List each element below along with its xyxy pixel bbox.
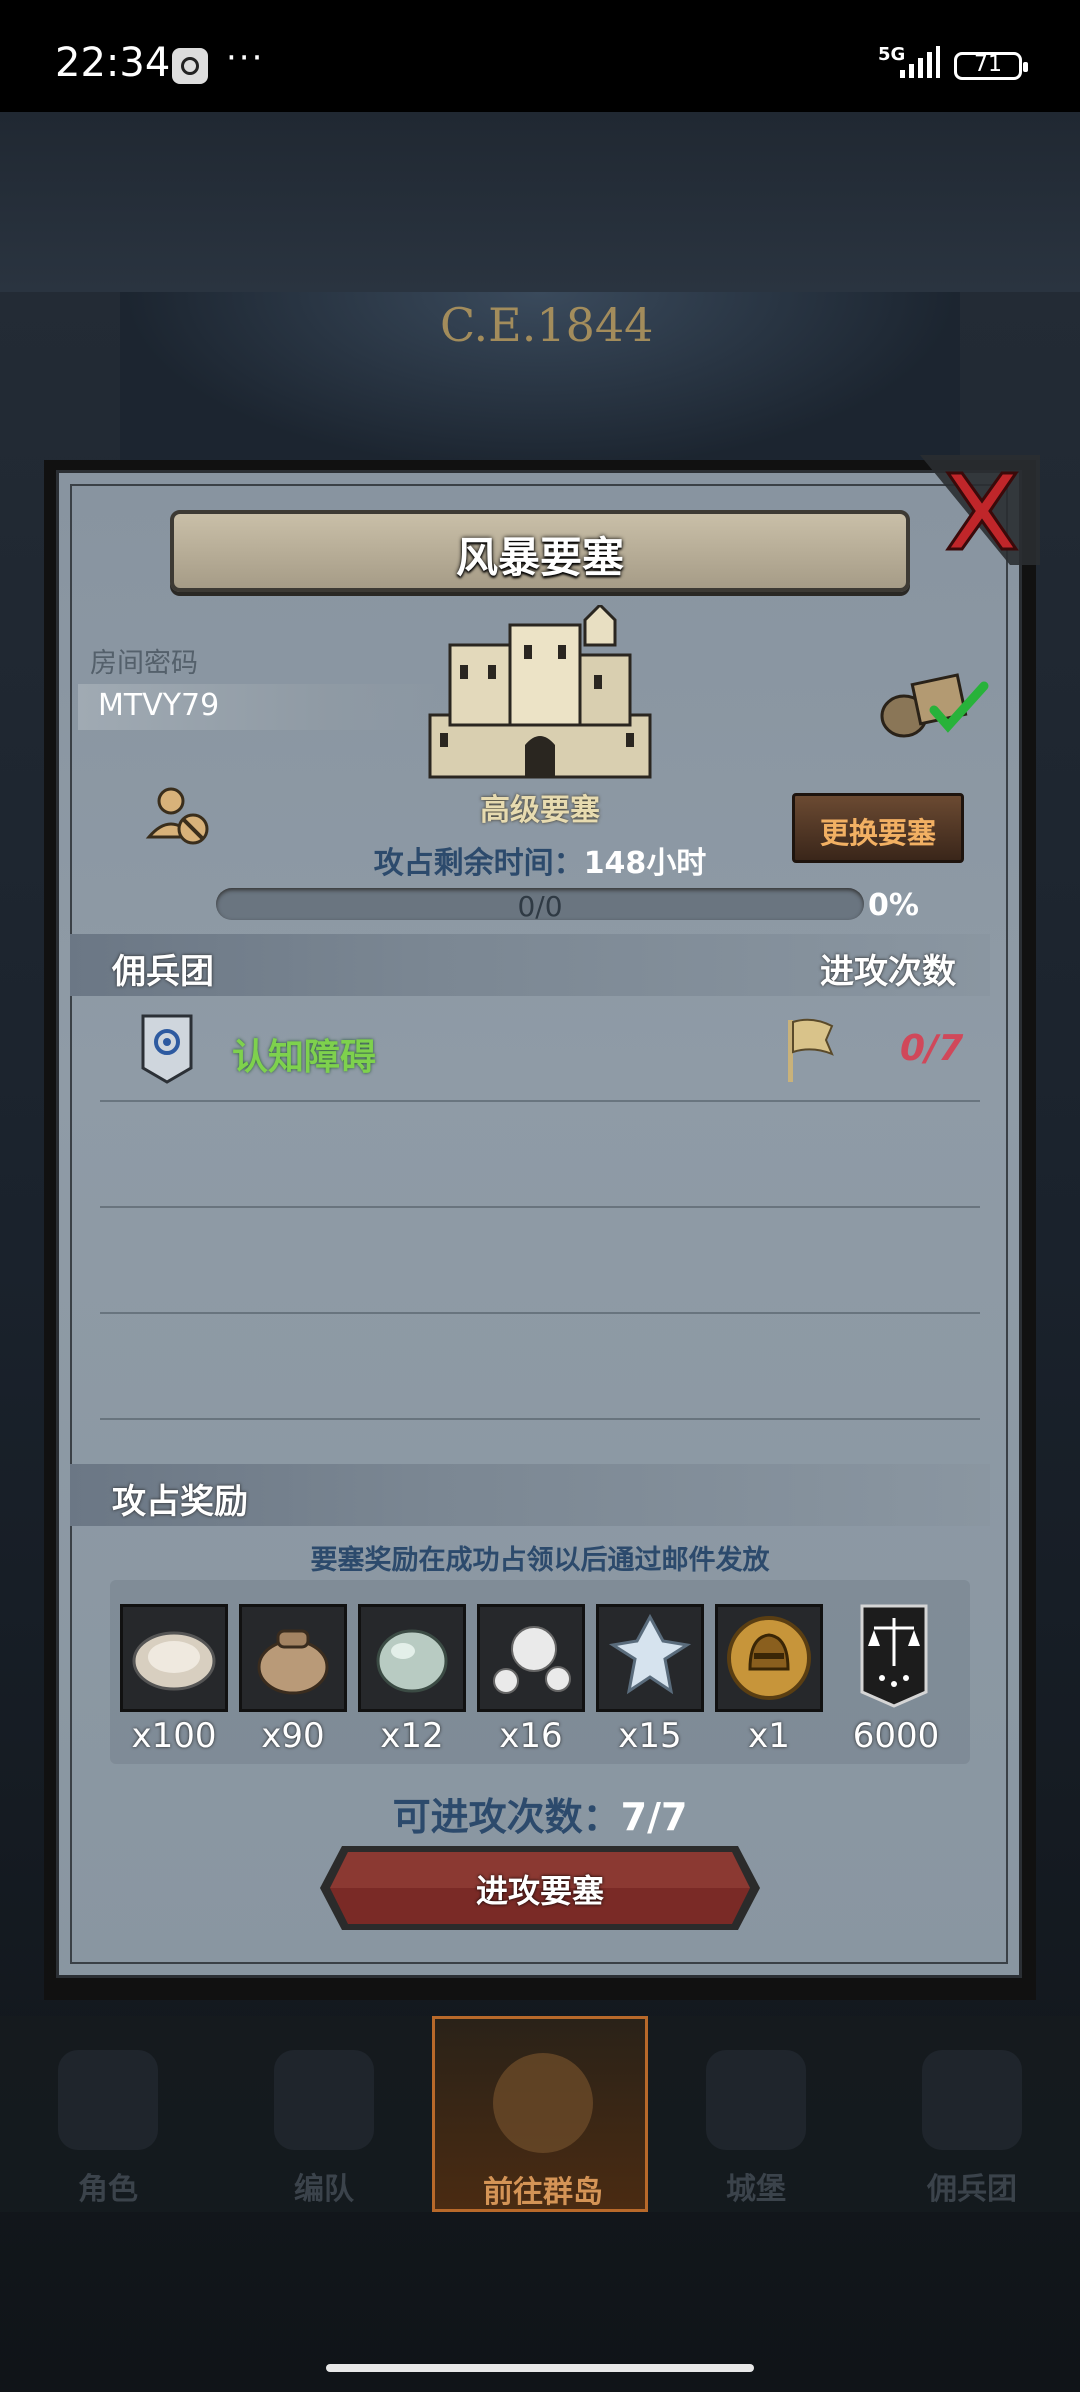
scales-banner-icon[interactable] [860,1604,928,1708]
guild-banner-icon [141,1014,193,1084]
clock-app-icon [172,48,208,84]
flag-icon [788,1018,834,1082]
knight-icon [58,2050,158,2150]
guild-name[interactable]: 认知障碍 [232,1028,376,1080]
reward-qty: x15 [618,1716,682,1756]
nav-mercenary[interactable]: 佣兵团 [864,2016,1080,2212]
nav-label: 城堡 [726,2172,786,2207]
row-divider [100,1418,980,1420]
attacks-remaining-label: 可进攻次数： [392,1795,621,1839]
battery-icon: 71 [954,52,1028,80]
occupation-progress-percent: 0% [868,888,919,923]
attack-count-column-header: 进攻次数 [820,952,956,992]
attack-fortress-button[interactable]: 进攻要塞 [320,1846,760,1930]
status-time: 22:34 [55,40,171,86]
compass-icon [493,2053,593,2153]
helmet-icon [274,2050,374,2150]
reward-qty: x1 [748,1716,790,1756]
remaining-time: 攻占剩余时间：148小时 [370,838,710,882]
nav-label: 编队 [294,2172,354,2207]
attacks-remaining: 可进攻次数：7/7 [340,1786,740,1841]
nav-castle[interactable]: 城堡 [648,2016,864,2212]
mercenary-icon [922,2050,1022,2150]
user-blocked-icon[interactable] [145,785,215,847]
more-notifications-icon: ··· [226,38,265,78]
attack-fortress-label: 进攻要塞 [475,1872,604,1910]
nav-label: 前往群岛 [483,2175,603,2210]
close-icon[interactable] [890,455,1040,565]
reward-qty: x100 [131,1716,217,1756]
remaining-time-label: 攻占剩余时间： [373,846,584,881]
home-indicator[interactable] [326,2364,754,2372]
stone-icon[interactable] [358,1604,466,1712]
reward-header: 攻占奖励 [112,1482,248,1522]
room-password-label: 房间密码 [90,648,198,679]
remaining-time-value: 148 [583,846,647,881]
remaining-time-unit: 小时 [646,846,707,881]
top-band [0,112,1080,292]
nav-formation[interactable]: 编队 [216,2016,432,2212]
occupation-progress-text: 0/0 [517,890,563,923]
battery-level: 71 [974,52,1002,77]
pearls-icon[interactable] [477,1604,585,1712]
helmet-coin-icon[interactable] [715,1604,823,1712]
room-password-value: MTVY79 [98,688,220,723]
castle-nav-icon [706,2050,806,2150]
reward-qty: x12 [380,1716,444,1756]
guild-attack-count: 0/7 [900,1028,964,1069]
row-divider [100,1100,980,1102]
pouch-icon[interactable] [239,1604,347,1712]
reward-note: 要塞奖励在成功占领以后通过邮件发放 [310,1545,770,1576]
oyster-icon[interactable] [120,1604,228,1712]
merc-column-header: 佣兵团 [112,952,214,992]
dialog-title: 风暴要塞 [455,533,624,582]
nav-label: 佣兵团 [927,2172,1017,2207]
row-divider [100,1206,980,1208]
change-fortress-label: 更换要塞 [819,816,936,850]
castle-icon [428,605,652,779]
era-text: C.E.1844 [440,298,654,352]
row-divider [100,1312,980,1314]
nav-character[interactable]: 角色 [0,2016,216,2212]
signal-icon [900,46,940,78]
nav-islands[interactable]: 前往群岛 [432,2016,648,2212]
reward-qty: 6000 [852,1716,940,1756]
crystal-icon[interactable] [596,1604,704,1712]
supply-check-icon[interactable] [876,670,996,740]
attacks-remaining-value: 7/7 [620,1795,688,1839]
reward-qty: x90 [261,1716,325,1756]
reward-qty: x16 [499,1716,563,1756]
change-fortress-button[interactable]: 更换要塞 [792,793,964,863]
nav-label: 角色 [78,2172,138,2207]
fortress-level: 高级要塞 [480,793,600,828]
